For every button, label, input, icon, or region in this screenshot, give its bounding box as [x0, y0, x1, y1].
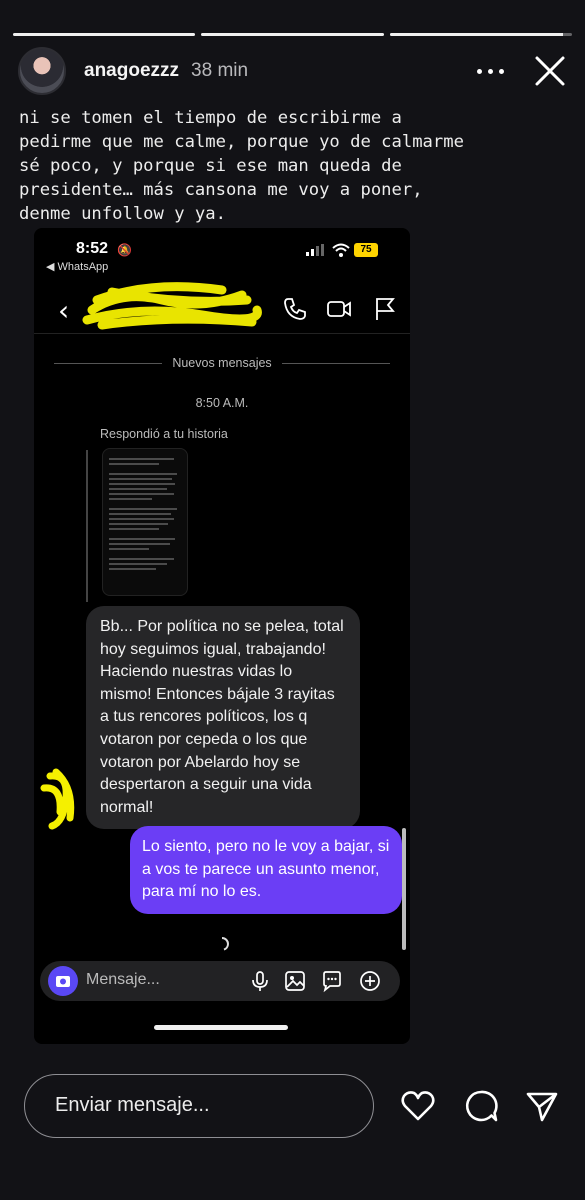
avatar[interactable]	[18, 47, 66, 95]
video-call-icon	[327, 301, 351, 317]
flag-icon	[376, 298, 395, 320]
home-indicator	[154, 1025, 288, 1030]
whatsapp-screenshot: 8:52 🔕 ◀ WhatsApp 75 ‹ Nuevos mensajes 8…	[34, 228, 410, 1044]
send-message-input[interactable]: Enviar mensaje...	[24, 1074, 374, 1138]
outgoing-message-bubble: Lo siento, pero no le voy a bajar, si a …	[130, 826, 402, 914]
progress-segment	[389, 33, 572, 36]
story-header: anagoezzz 38 min	[18, 46, 571, 96]
battery-indicator: 75	[354, 243, 378, 257]
close-icon[interactable]	[533, 54, 567, 88]
incoming-message-bubble: Bb... Por política no se pelea, total ho…	[86, 606, 360, 830]
heart-icon[interactable]	[400, 1088, 436, 1124]
replied-to-story-label: Respondió a tu historia	[100, 427, 228, 441]
new-messages-label: Nuevos mensajes	[172, 356, 272, 370]
progress-segment	[13, 33, 196, 36]
mute-icon: 🔕	[117, 243, 132, 257]
microphone-icon	[252, 971, 268, 991]
status-bar: 8:52 🔕 ◀ WhatsApp 75	[34, 234, 410, 274]
back-chevron-icon: ‹	[58, 294, 70, 327]
post-time: 38 min	[191, 60, 249, 81]
message-timestamp: 8:50 A.M.	[195, 396, 249, 410]
loading-spinner-icon	[221, 937, 230, 951]
new-messages-divider: Nuevos mensajes	[54, 356, 391, 370]
status-time: 8:52	[76, 240, 109, 257]
sticker-chat-icon	[323, 971, 341, 993]
signal-icon	[306, 244, 324, 256]
avatar-redaction-scribble	[40, 768, 75, 830]
scrollbar	[402, 828, 406, 950]
progress-segment	[201, 33, 384, 36]
share-icon[interactable]	[524, 1088, 560, 1124]
story-thumbnail	[102, 448, 188, 596]
plus-circle-icon	[360, 971, 380, 991]
story-progress	[13, 33, 572, 36]
more-options-icon[interactable]	[477, 58, 507, 84]
send-message-placeholder: Enviar mensaje...	[55, 1094, 210, 1116]
name-redaction-scribble	[82, 282, 262, 330]
reply-indicator-bar	[86, 450, 88, 602]
wifi-icon	[332, 243, 350, 257]
story-caption: ni se tomen el tiempo de escribirme a pe…	[19, 108, 464, 224]
composer-placeholder: Mensaje...	[86, 971, 160, 988]
message-composer: Mensaje...	[40, 961, 400, 1001]
username[interactable]: anagoezzz	[84, 60, 179, 82]
camera-icon	[48, 966, 78, 996]
phone-icon	[284, 298, 306, 320]
comment-icon[interactable]	[463, 1088, 499, 1124]
gallery-icon	[285, 971, 305, 991]
